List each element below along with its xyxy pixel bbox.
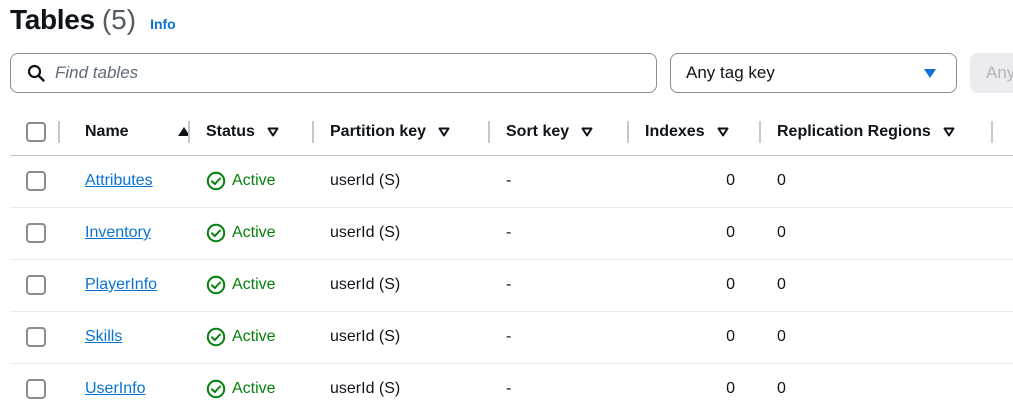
- check-circle-icon: [206, 223, 226, 243]
- partition-key-cell: userId (S): [330, 224, 401, 241]
- indexes-cell: 0: [726, 172, 735, 189]
- column-header-replication-regions[interactable]: Replication Regions: [761, 109, 993, 156]
- column-header-label: Name: [85, 122, 129, 140]
- column-header-label: Indexes: [645, 122, 705, 140]
- sort-icon: [438, 127, 450, 137]
- check-circle-icon: [206, 379, 226, 399]
- table-row[interactable]: PlayerInfo Active userId (S) - 0 0: [10, 259, 1013, 311]
- column-header-label: Partition key: [330, 122, 427, 140]
- table-name-link[interactable]: PlayerInfo: [85, 276, 157, 293]
- indexes-cell: 0: [726, 276, 735, 293]
- table-row[interactable]: Skills Active userId (S) - 0 0: [10, 311, 1013, 363]
- status-cell: Active: [190, 311, 314, 363]
- search-input[interactable]: [55, 63, 615, 83]
- tag-value-select[interactable]: Any: [970, 53, 1013, 93]
- select-all-checkbox[interactable]: [26, 121, 46, 142]
- column-header-partition-key[interactable]: Partition key: [314, 109, 490, 156]
- sort-key-cell: -: [506, 172, 512, 189]
- row-select-cell: [10, 207, 60, 259]
- table-row[interactable]: Attributes Active userId (S) - 0 0: [10, 155, 1013, 207]
- column-header-label: Sort key: [506, 122, 570, 140]
- search-icon: [27, 64, 45, 82]
- table-name-link[interactable]: Inventory: [85, 224, 151, 241]
- replication-regions-cell: 0: [777, 380, 786, 397]
- search-box[interactable]: [10, 53, 657, 93]
- partition-key-cell: userId (S): [330, 380, 401, 397]
- indexes-cell: 0: [726, 224, 735, 241]
- column-header-status[interactable]: Status: [190, 109, 314, 156]
- column-header-indexes[interactable]: Indexes: [629, 109, 761, 156]
- replication-regions-cell: 0: [777, 172, 786, 189]
- name-cell: Attributes: [60, 155, 190, 207]
- table-name-link[interactable]: Skills: [85, 328, 122, 345]
- status-text: Active: [232, 172, 276, 189]
- row-checkbox[interactable]: [26, 275, 46, 295]
- replication-regions-cell: 0: [777, 276, 786, 293]
- table-header-row: Name Status Partition key Sort key Index…: [10, 109, 1013, 156]
- partition-key-cell: userId (S): [330, 328, 401, 345]
- indexes-cell: 0: [726, 380, 735, 397]
- tag-key-select[interactable]: Any tag key: [670, 53, 957, 93]
- row-select-cell: [10, 363, 60, 415]
- sort-icon: [267, 127, 279, 137]
- status-cell: Active: [190, 259, 314, 311]
- column-header-name[interactable]: Name: [60, 109, 190, 156]
- column-header-label: Status: [206, 122, 255, 140]
- sort-key-cell: -: [506, 380, 512, 397]
- partition-key-cell: userId (S): [330, 276, 401, 293]
- column-header-label: Replication Regions: [777, 122, 931, 140]
- sort-key-cell: -: [506, 328, 512, 345]
- row-checkbox[interactable]: [26, 171, 46, 191]
- status-text: Active: [232, 328, 276, 345]
- sort-icon: [581, 127, 593, 137]
- replication-regions-cell: 0: [777, 224, 786, 241]
- tag-value-select-value: Any: [986, 63, 1013, 82]
- name-cell: Skills: [60, 311, 190, 363]
- tables-table: Name Status Partition key Sort key Index…: [10, 109, 1013, 415]
- status-cell: Active: [190, 363, 314, 415]
- row-checkbox[interactable]: [26, 327, 46, 347]
- select-all-cell: [10, 109, 60, 156]
- check-circle-icon: [206, 275, 226, 295]
- row-checkbox[interactable]: [26, 223, 46, 243]
- indexes-cell: 0: [726, 328, 735, 345]
- column-header-overflow: [993, 109, 1013, 156]
- table-row[interactable]: UserInfo Active userId (S) - 0 0: [10, 363, 1013, 415]
- page-title: Tables: [10, 4, 95, 35]
- table-row[interactable]: Inventory Active userId (S) - 0 0: [10, 207, 1013, 259]
- status-text: Active: [232, 276, 276, 293]
- tag-key-select-value: Any tag key: [686, 63, 775, 82]
- check-circle-icon: [206, 327, 226, 347]
- status-cell: Active: [190, 207, 314, 259]
- caret-down-icon: [924, 69, 936, 78]
- status-text: Active: [232, 380, 276, 397]
- sort-icon: [717, 127, 729, 137]
- row-select-cell: [10, 155, 60, 207]
- replication-regions-cell: 0: [777, 328, 786, 345]
- table-name-link[interactable]: Attributes: [85, 172, 153, 189]
- partition-key-cell: userId (S): [330, 172, 401, 189]
- row-checkbox[interactable]: [26, 379, 46, 399]
- status-text: Active: [232, 224, 276, 241]
- row-select-cell: [10, 311, 60, 363]
- check-circle-icon: [206, 171, 226, 191]
- sort-key-cell: -: [506, 224, 512, 241]
- row-select-cell: [10, 259, 60, 311]
- table-name-link[interactable]: UserInfo: [85, 380, 145, 397]
- page-header: Tables (5) Info: [10, 4, 176, 40]
- status-cell: Active: [190, 155, 314, 207]
- name-cell: PlayerInfo: [60, 259, 190, 311]
- info-link[interactable]: Info: [150, 16, 176, 32]
- sort-key-cell: -: [506, 276, 512, 293]
- column-header-sort-key[interactable]: Sort key: [490, 109, 629, 156]
- name-cell: Inventory: [60, 207, 190, 259]
- table-count: (5): [101, 4, 137, 35]
- sort-icon: [943, 127, 955, 137]
- name-cell: UserInfo: [60, 363, 190, 415]
